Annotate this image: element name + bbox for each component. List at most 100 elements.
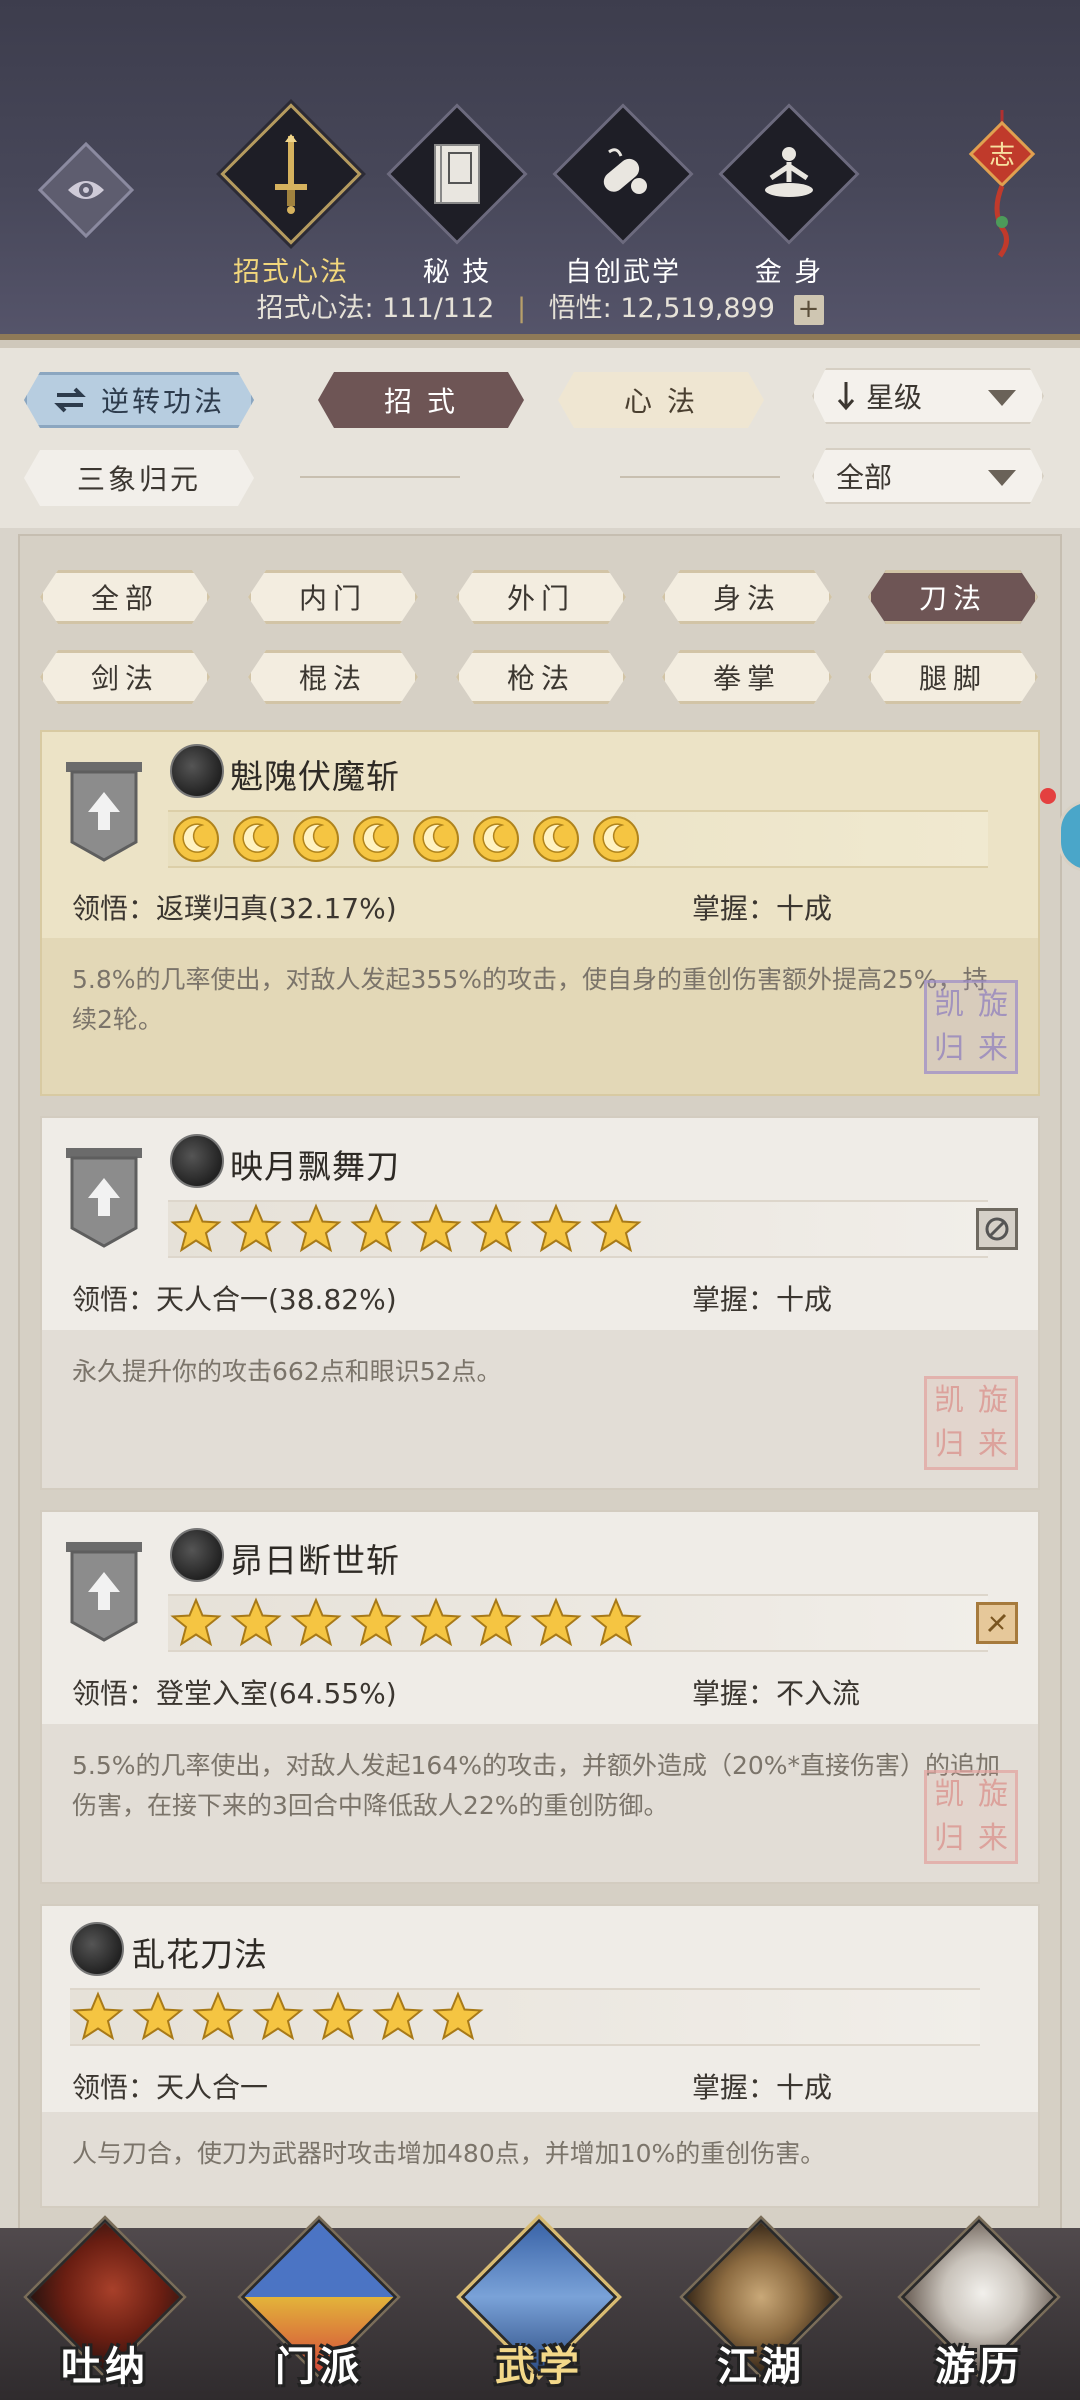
seal-char: 归 [934, 1031, 964, 1066]
seal-char: 凯 [934, 1777, 964, 1812]
filter-label: 身法 [712, 582, 781, 615]
nav-label: 江湖 [717, 2344, 805, 2390]
weapon-slot-badge-icon[interactable] [976, 1602, 1018, 1644]
rating-bar [168, 1594, 988, 1652]
star-rating-icon [530, 1597, 582, 1647]
reverse-technique-label: 逆转功法 [100, 385, 225, 418]
skill-card[interactable]: 乱花刀法 领悟：天人合一 掌握：十成 人与刀合，使刀为武器时攻击增加480点，并… [40, 1904, 1040, 2208]
filter-inner-sect[interactable]: 内门 [248, 570, 418, 624]
visibility-toggle-button[interactable] [37, 141, 135, 239]
filter-sword[interactable]: 剑法 [40, 650, 210, 704]
filter-fist[interactable]: 拳掌 [662, 650, 832, 704]
skill-name: 映月飘舞刀 [230, 1147, 400, 1186]
category-dropdown-label: 全部 [836, 461, 893, 494]
moon-rating-icon [473, 816, 519, 862]
star-rating-icon [372, 1991, 424, 2041]
scroll-icon [552, 103, 694, 245]
skill-info-row: 领悟：天人合一(38.82%) 掌握：十成 [72, 1278, 1008, 1318]
mastery-label: 掌握：不入流 [692, 1677, 861, 1710]
tab-moves-label: 招 式 [384, 385, 458, 418]
insight-label: 领悟：天人合一(38.82%) [72, 1283, 397, 1316]
tab-self-created[interactable]: 自创武学 [548, 103, 698, 289]
seal-char: 来 [978, 1031, 1008, 1066]
tab-secret-skills[interactable]: 秘 技 [382, 103, 532, 289]
blade-weapon-icon [170, 1528, 224, 1582]
filter-blade[interactable]: 刀法 [868, 570, 1038, 624]
skill-name: 昴日断世斩 [230, 1541, 400, 1580]
seal-char: 归 [934, 1821, 964, 1856]
tab-label: 自创武学 [565, 257, 681, 288]
moon-rating-icon [353, 816, 399, 862]
seal-stamp: 凯旋归来 [924, 1376, 1018, 1470]
nav-travel[interactable]: 游历 [900, 2218, 1058, 2400]
seal-char: 旋 [978, 1383, 1008, 1418]
sort-dropdown[interactable]: 星级 [812, 368, 1044, 424]
skill-description-text: 5.8%的几率使出，对敌人发起355%的攻击，使自身的重创伤害额外提高25%，持… [72, 965, 988, 1034]
filter-label: 外门 [506, 582, 575, 615]
filter-staff[interactable]: 棍法 [248, 650, 418, 704]
sanxiang-button[interactable]: 三象归元 [24, 450, 254, 506]
star-rating-icon [590, 1203, 642, 1253]
filter-label: 拳掌 [712, 662, 781, 695]
skill-card[interactable]: 魁隗伏魔斩 领悟：返璞归真(32.17%) 掌握：十成 5.8%的几率使出，对敌… [40, 730, 1040, 1096]
upgrade-banner-icon[interactable] [64, 1542, 144, 1642]
nav-martial-arts[interactable]: 武学 [460, 2218, 618, 2400]
nav-breathing[interactable]: 吐纳 [26, 2218, 184, 2400]
mastery-label: 掌握：十成 [692, 1283, 833, 1316]
chevron-down-icon [988, 390, 1016, 406]
tab-label: 秘 技 [422, 257, 492, 288]
insight-label: 领悟：天人合一 [72, 2071, 269, 2104]
upgrade-banner-icon[interactable] [64, 762, 144, 862]
skill-description: 永久提升你的攻击662点和眼识52点。 [42, 1330, 1038, 1488]
skill-description: 人与刀合，使刀为武器时攻击增加480点，并增加10%的重创伤害。 [42, 2112, 1038, 2206]
star-rating-icon [230, 1597, 282, 1647]
sanxiang-label: 三象归元 [76, 463, 201, 496]
notification-dot [1040, 788, 1056, 804]
tab-mind-method[interactable]: 心 法 [558, 372, 764, 428]
category-dropdown[interactable]: 全部 [812, 448, 1044, 504]
moon-rating-icon [233, 816, 279, 862]
stats-line: 招式心法: 111/112 | 悟性: 12,519,899 + [0, 286, 1080, 325]
skill-description-text: 永久提升你的攻击662点和眼识52点。 [72, 1357, 502, 1386]
skill-info-row: 领悟：返璞归真(32.17%) 掌握：十成 [72, 887, 1008, 927]
moon-rating-icon [173, 816, 219, 862]
skill-card[interactable]: 昴日断世斩 领悟：登堂入室(64.55%) 掌握：不入流 5.5%的几率使出，对… [40, 1510, 1040, 1884]
filter-all[interactable]: 全部 [40, 570, 210, 624]
broken-weapon-badge-icon[interactable] [976, 1208, 1018, 1250]
meditation-icon [718, 103, 860, 245]
nav-sect[interactable]: 门派 [240, 2218, 398, 2400]
seal-char: 旋 [978, 987, 1008, 1022]
nav-jianghu[interactable]: 江湖 [682, 2218, 840, 2400]
filter-outer-sect[interactable]: 外门 [456, 570, 626, 624]
add-insight-button[interactable]: + [793, 294, 824, 325]
sort-dropdown-label: 星级 [866, 381, 923, 414]
blade-weapon-icon [170, 1134, 224, 1188]
star-rating-icon [290, 1597, 342, 1647]
tab-moves[interactable]: 招 式 [318, 372, 524, 428]
top-header: 招式心法 秘 技 自创武学 金 身 志 招式心法: 111/112 | 悟性: … [0, 0, 1080, 348]
moon-rating-icon [533, 816, 579, 862]
seal-char: 凯 [934, 1383, 964, 1418]
tab-moves-mind[interactable]: 招式心法 [216, 103, 366, 289]
star-rating-icon [470, 1203, 522, 1253]
filter-spear[interactable]: 枪法 [456, 650, 626, 704]
filter-leg[interactable]: 腿脚 [868, 650, 1038, 704]
nav-label: 游历 [935, 2344, 1023, 2390]
swap-icon [53, 385, 87, 415]
star-rating-icon [312, 1991, 364, 2041]
star-rating-icon [252, 1991, 304, 2041]
divider [620, 476, 780, 478]
tab-mind-label: 心 法 [624, 385, 698, 418]
blade-weapon-icon [70, 1922, 124, 1976]
reverse-technique-button[interactable]: 逆转功法 [24, 372, 254, 428]
star-rating-icon [72, 1991, 124, 2041]
star-rating-icon [230, 1203, 282, 1253]
upgrade-banner-icon[interactable] [64, 1148, 144, 1248]
insight-value: 悟性: 12,519,899 [548, 293, 775, 324]
filter-movement[interactable]: 身法 [662, 570, 832, 624]
mastery-label: 掌握：十成 [692, 892, 833, 925]
skill-card[interactable]: 映月飘舞刀 领悟：天人合一(38.82%) 掌握：十成 永久提升你的攻击662点… [40, 1116, 1040, 1490]
insight-label: 领悟：登堂入室(64.55%) [72, 1677, 397, 1710]
tab-golden-body[interactable]: 金 身 [714, 103, 864, 289]
charm-knot-button[interactable]: 志 [962, 110, 1042, 260]
